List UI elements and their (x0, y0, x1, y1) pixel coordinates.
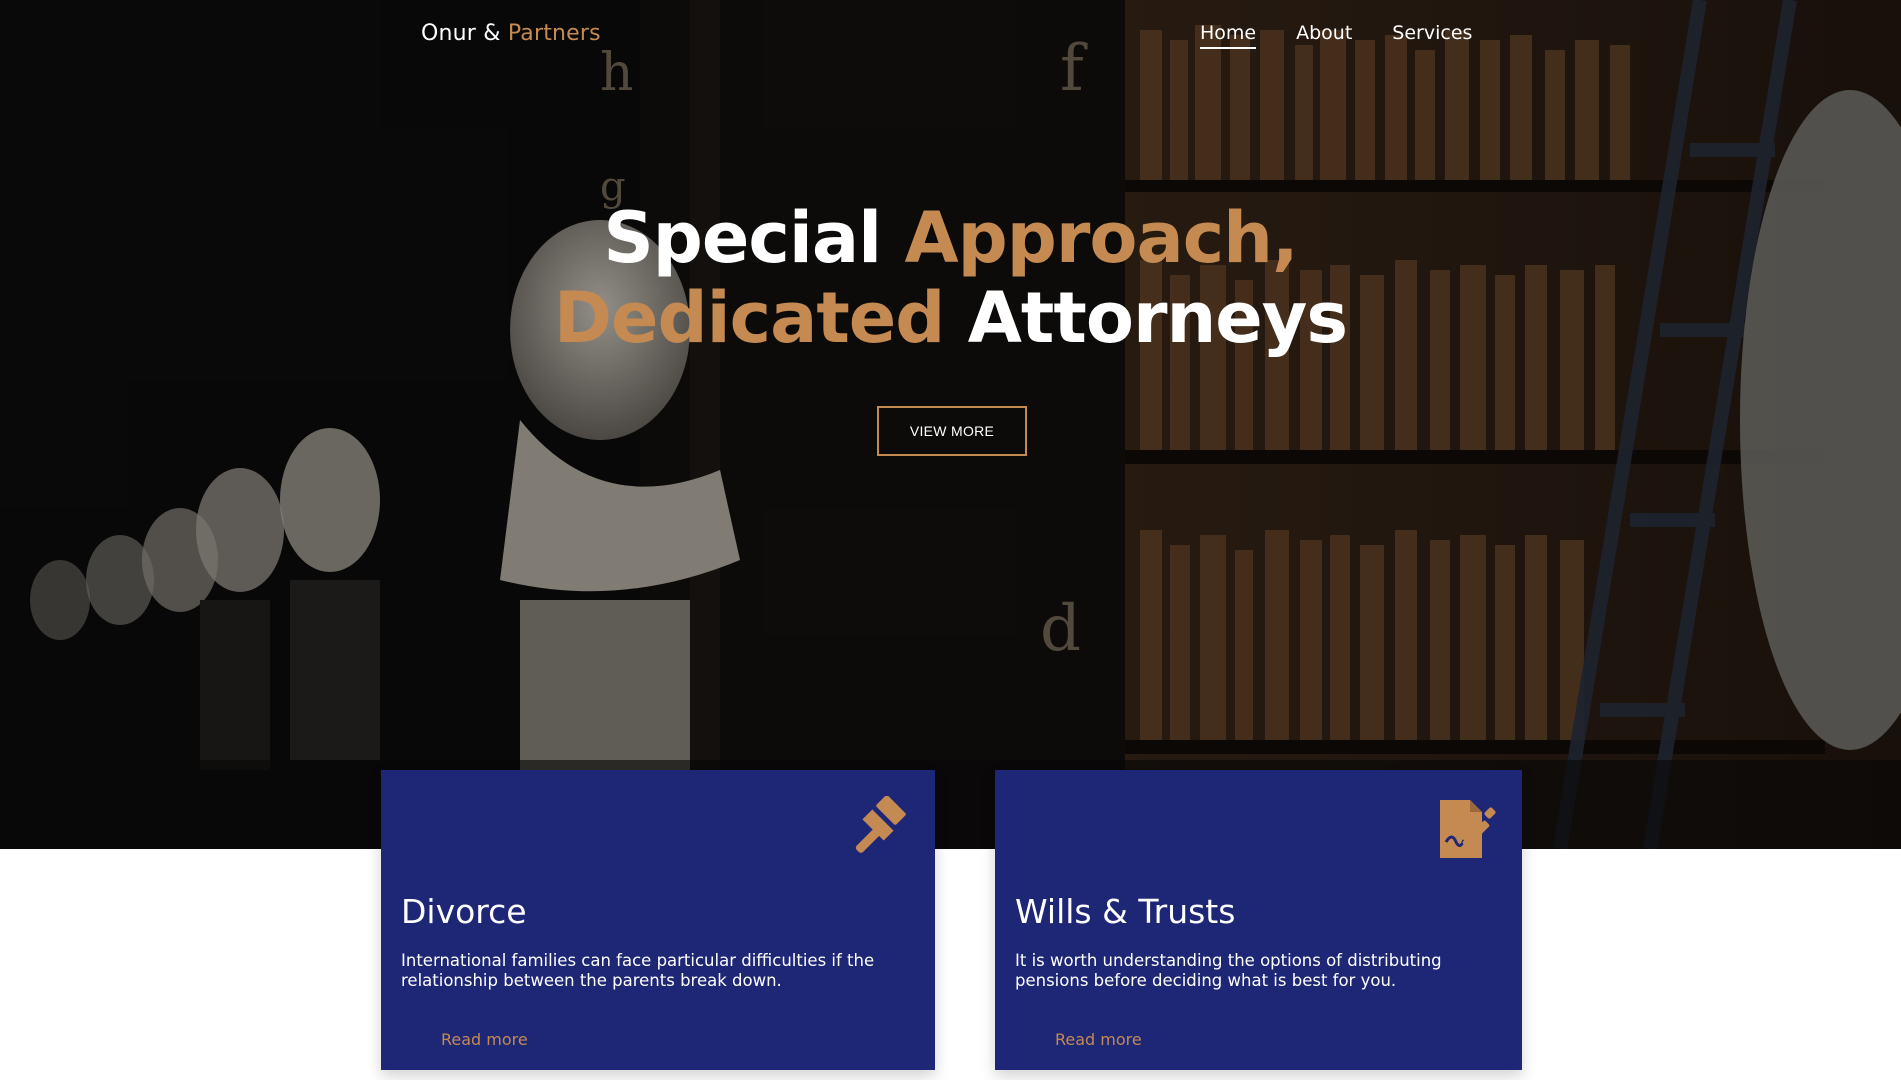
nav-services[interactable]: Services (1392, 22, 1472, 49)
logo-accent: Partners (507, 21, 601, 46)
service-card-wills-trusts: Wills & Trusts It is worth understanding… (995, 770, 1522, 1070)
read-more-link[interactable]: Read more (441, 1030, 528, 1049)
headline-word-special: Special (603, 197, 882, 279)
service-description: It is worth understanding the options of… (1015, 951, 1442, 990)
service-title: Divorce (401, 892, 527, 931)
read-more-link[interactable]: Read more (1055, 1030, 1142, 1049)
hero-section: f d h g Onur & Partners Home About Servi… (0, 0, 1901, 849)
nav-about[interactable]: About (1296, 22, 1352, 49)
service-description: International families can face particul… (401, 951, 875, 990)
headline-word-dedicated: Dedicated (553, 277, 945, 359)
main-nav: Home About Services (1200, 22, 1472, 49)
service-title: Wills & Trusts (1015, 892, 1236, 931)
signed-document-icon (1440, 800, 1496, 858)
headline-word-attorneys: Attorneys (967, 277, 1348, 359)
service-card-divorce: Divorce International families can face … (381, 770, 935, 1070)
logo-primary: Onur & (421, 21, 501, 46)
nav-home[interactable]: Home (1200, 22, 1257, 49)
gavel-icon (855, 796, 906, 853)
view-more-button[interactable]: VIEW MORE (877, 406, 1027, 456)
headline-word-approach: Approach, (904, 197, 1298, 279)
hero-headline: Special Approach, Dedicated Attorneys (0, 198, 1901, 358)
site-logo[interactable]: Onur & Partners (421, 21, 601, 46)
